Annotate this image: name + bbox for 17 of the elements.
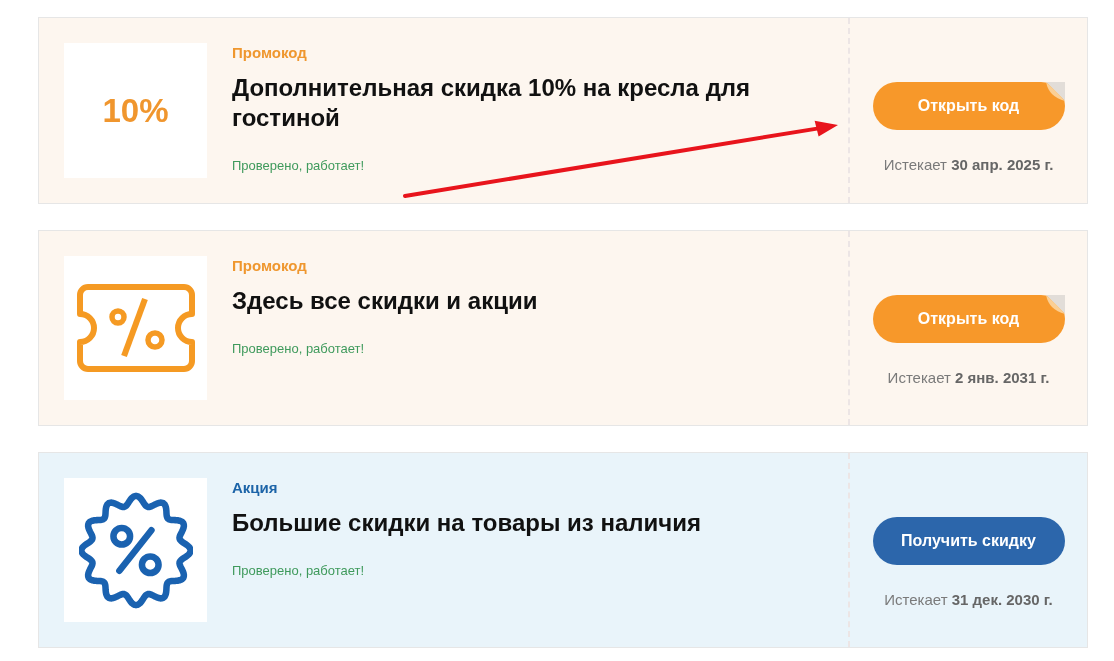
offer-title: Большие скидки на товары из наличия xyxy=(232,508,701,538)
expiry-date: Истекает 31 дек. 2030 г. xyxy=(884,591,1053,609)
offer-type-label: Акция xyxy=(232,478,278,498)
expiry-date: Истекает 30 апр. 2025 г. xyxy=(883,156,1054,174)
verified-status: Проверено, работает! xyxy=(232,562,365,580)
offer-title: Дополнительная скидка 10% на кресла для гостиной xyxy=(232,73,752,133)
offer-button[interactable]: Получить скидку xyxy=(872,517,1065,565)
offer-button[interactable]: Открыть код xyxy=(872,295,1065,343)
offer-title: Здесь все скидки и акции xyxy=(232,286,538,316)
expiry-date: Истекает 2 янв. 2031 г. xyxy=(887,369,1050,387)
offer-type-label: Промокод xyxy=(232,43,307,63)
discount-text: 10% xyxy=(102,91,169,130)
ticket-percent-icon xyxy=(75,283,196,373)
offer-button[interactable]: Открыть код xyxy=(872,82,1065,130)
offer-type-label: Промокод xyxy=(232,256,307,276)
verified-status: Проверено, работает! xyxy=(232,157,365,175)
verified-status: Проверено, работает! xyxy=(232,340,365,358)
